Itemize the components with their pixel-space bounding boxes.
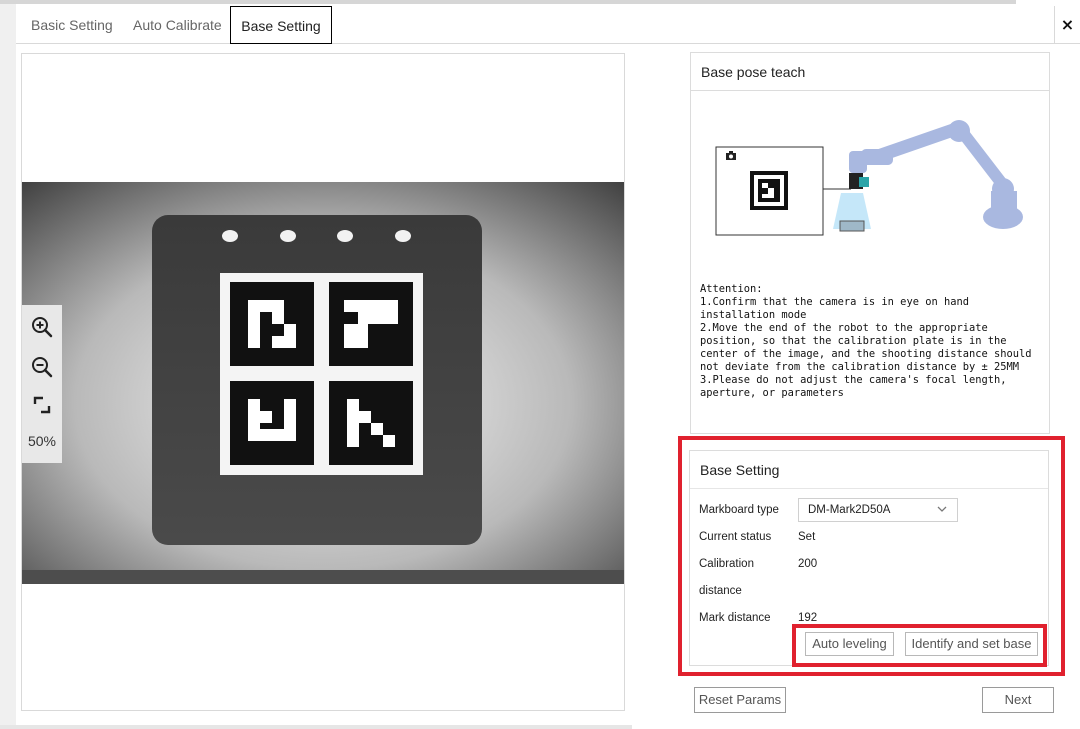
markboard-type-select[interactable]: DM-Mark2D50A [798,498,958,522]
zoom-level: 50% [27,433,57,449]
reset-params-button[interactable]: Reset Params [694,687,786,713]
zoom-toolbar: 50% [22,305,62,463]
markboard-type-value: DM-Mark2D50A [808,504,891,516]
bottom-border [0,725,632,729]
next-button[interactable]: Next [982,687,1054,713]
camera-viewer[interactable]: 50% [21,53,625,711]
calibration-distance-label-line2: distance [699,585,742,597]
tab-auto-calibrate[interactable]: Auto Calibrate [133,6,222,44]
close-button[interactable]: × [1054,6,1080,44]
base-pose-teach-panel: Base pose teach Attention: 1.Confirm tha… [690,52,1050,434]
robot-illustration [715,120,1023,236]
left-border [0,4,16,729]
tab-base-setting[interactable]: Base Setting [230,6,332,44]
identify-set-base-button[interactable]: Identify and set base [905,632,1038,656]
panel-title: Base pose teach [691,53,1049,91]
window: Basic Setting Auto Calibrate Base Settin… [0,0,1080,729]
zoom-in-icon[interactable] [30,315,54,339]
attention-text: Attention: 1.Confirm that the camera is … [700,283,1032,399]
markboard-type-label: Markboard type [699,504,779,516]
zoom-out-icon[interactable] [30,355,54,379]
mark-distance-value: 192 [798,612,818,624]
calibration-distance-value: 200 [798,558,818,570]
tab-bar: Basic Setting Auto Calibrate Base Settin… [16,6,1054,44]
current-status-value: Set [798,531,816,543]
calibration-distance-label: Calibration [699,558,754,570]
tab-basic-setting[interactable]: Basic Setting [31,6,113,44]
camera-image [22,182,624,584]
mark-distance-label: Mark distance [699,612,771,624]
current-status-label: Current status [699,531,772,543]
fit-screen-icon[interactable] [30,393,54,417]
chevron-down-icon [937,506,947,512]
auto-leveling-button[interactable]: Auto leveling [805,632,894,656]
panel-title: Base Setting [690,451,1048,489]
